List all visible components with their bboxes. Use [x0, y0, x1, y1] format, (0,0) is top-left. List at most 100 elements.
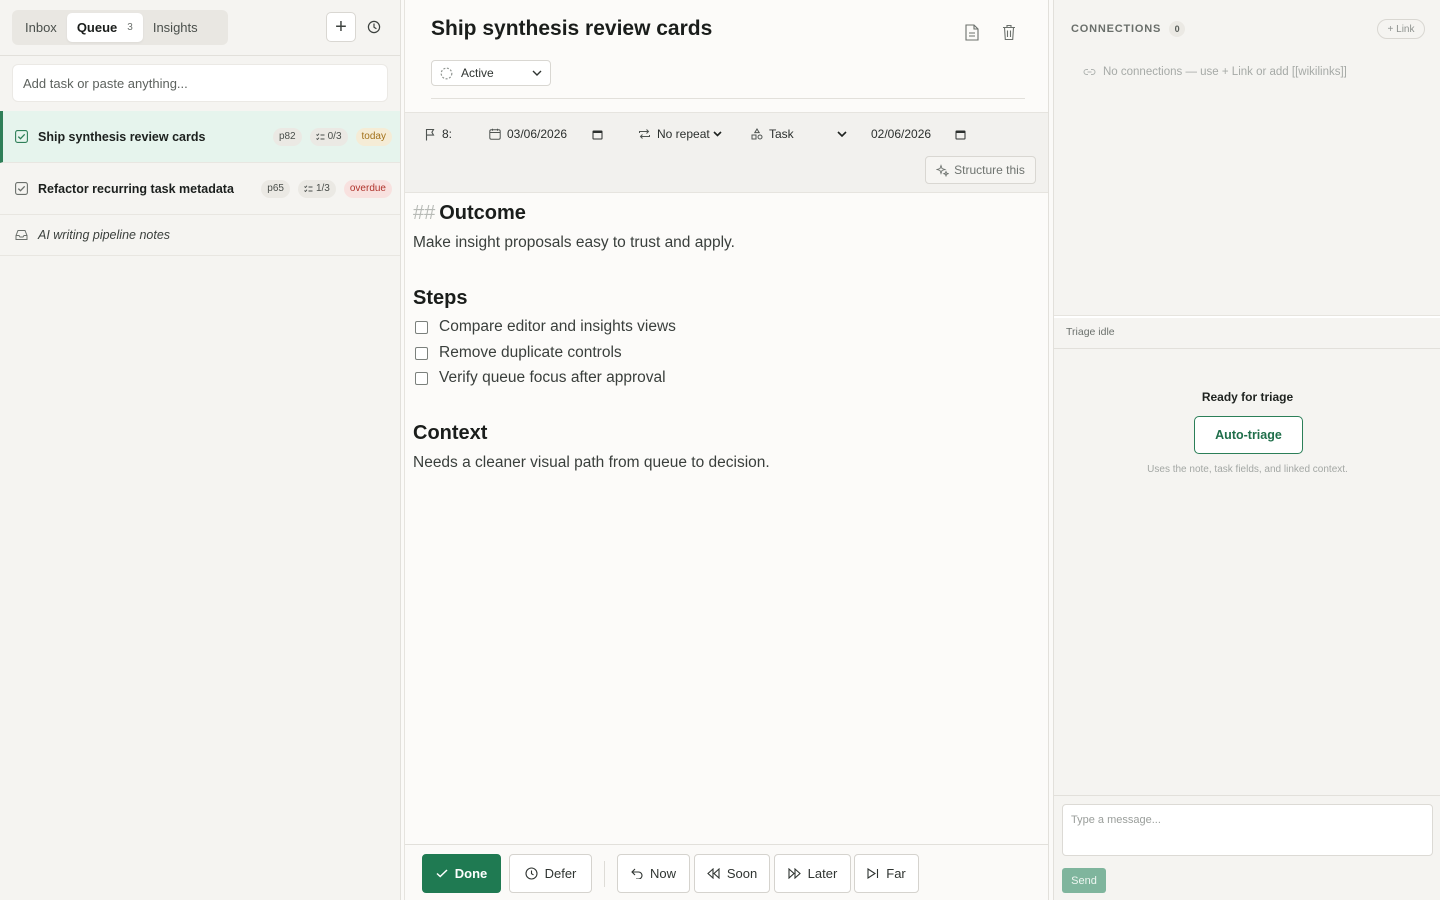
start-date-field[interactable]: 02/06/2026	[871, 124, 966, 144]
note-row[interactable]: AI writing pipeline notes	[0, 215, 400, 256]
status-circle-icon	[440, 67, 453, 79]
far-button[interactable]: Far	[854, 854, 919, 893]
task-checkbox-icon[interactable]	[14, 130, 28, 144]
chevron-down-icon	[532, 70, 542, 76]
due-date-field[interactable]: 03/06/2026	[489, 124, 603, 144]
add-task-button[interactable]: +	[326, 12, 356, 42]
start-date-value: 02/06/2026	[871, 127, 932, 141]
defer-button[interactable]: Defer	[509, 854, 592, 893]
due-date-value: 03/06/2026	[507, 127, 568, 141]
task-title: Ship synthesis review cards	[38, 129, 206, 144]
heading-context: Context	[413, 422, 488, 444]
document-icon	[965, 23, 979, 41]
soon-button[interactable]: Soon	[694, 854, 770, 893]
todo-item: Compare editor and insights views	[415, 318, 676, 336]
type-select[interactable]: Task	[751, 124, 847, 144]
tab-queue[interactable]: Queue 3	[66, 13, 143, 42]
priority-badge: p82	[272, 127, 302, 146]
connections-count: 0	[1169, 21, 1186, 37]
todo-item: Remove duplicate controls	[415, 344, 622, 362]
now-label: Now	[649, 866, 676, 881]
calendar-clock-icon	[489, 128, 501, 140]
heading-steps: Steps	[413, 287, 468, 309]
now-button[interactable]: Now	[617, 854, 690, 893]
sparkles-icon	[936, 163, 950, 177]
clock-icon	[367, 20, 381, 34]
panel-resize-handle[interactable]	[1054, 315, 1440, 318]
trash-icon	[1003, 24, 1015, 40]
repeat-select[interactable]: No repeat	[638, 124, 722, 144]
task-row[interactable]: Ship synthesis review cards p82 0/3 toda…	[0, 111, 400, 163]
chat-message-input[interactable]	[1062, 804, 1433, 856]
calendar-icon	[592, 130, 603, 139]
check-icon	[436, 869, 448, 878]
task-checkbox-icon[interactable]	[14, 182, 28, 196]
tab-label: Queue	[76, 20, 118, 35]
structure-this-button[interactable]: Structure this	[925, 156, 1036, 184]
status-select[interactable]: Active	[431, 60, 551, 86]
editor-pane: Ship synthesis review cards Active 8: 03…	[404, 0, 1049, 900]
tab-inbox[interactable]: Inbox	[15, 13, 67, 42]
subtask-badge: 0/3	[309, 127, 348, 146]
priority-value: 8:	[442, 127, 453, 141]
soon-label: Soon	[726, 866, 758, 881]
tab-insights[interactable]: Insights	[143, 13, 208, 42]
chat-composer: Send	[1054, 795, 1440, 900]
task-row[interactable]: Refactor recurring task metadata p65 1/3…	[0, 163, 400, 215]
todo-text: Verify queue focus after approval	[439, 369, 666, 386]
note-title: AI writing pipeline notes	[38, 228, 171, 242]
undo-icon	[631, 868, 643, 879]
auto-triage-button[interactable]: Auto-triage	[1194, 416, 1303, 454]
structure-label: Structure this	[954, 163, 1025, 177]
todo-checkbox[interactable]	[415, 320, 428, 334]
rewind-icon	[706, 868, 720, 879]
checklist-icon	[315, 132, 325, 140]
add-link-button[interactable]: + Link	[1377, 19, 1425, 39]
todo-checkbox[interactable]	[415, 346, 428, 360]
triage-subtitle: Uses the note, task fields, and linked c…	[1147, 464, 1348, 475]
later-button[interactable]: Later	[774, 854, 851, 893]
todo-text: Remove duplicate controls	[439, 344, 622, 361]
chevron-down-icon	[837, 131, 847, 137]
triage-ready-title: Ready for triage	[1201, 390, 1294, 404]
view-tabs: Inbox Queue 3 Insights	[12, 10, 228, 45]
defer-label: Defer	[544, 866, 577, 881]
heading-outcome: ## Outcome	[413, 202, 526, 225]
divider	[1054, 348, 1440, 349]
history-button[interactable]	[359, 12, 389, 42]
repeat-icon	[639, 129, 650, 139]
quick-add-input[interactable]	[12, 64, 388, 102]
status-value: Active	[461, 66, 494, 80]
task-title: Refactor recurring task metadata	[38, 181, 234, 196]
connections-empty-text: No connections — use + Link or add [[wik…	[1103, 66, 1347, 78]
priority-field[interactable]: 8:	[425, 124, 452, 144]
far-label: Far	[886, 866, 906, 881]
chevron-down-icon	[713, 131, 722, 137]
divider	[431, 98, 1025, 99]
checklist-icon	[304, 184, 313, 192]
inbox-icon	[14, 228, 28, 242]
tab-label: Inbox	[25, 20, 57, 35]
fast-forward-icon	[788, 868, 801, 879]
done-button[interactable]: Done	[422, 854, 501, 893]
clock-icon	[525, 867, 538, 880]
done-label: Done	[454, 866, 488, 881]
heading-marker: ##	[413, 202, 436, 224]
connections-empty-state: No connections — use + Link or add [[wik…	[1083, 66, 1347, 78]
page-title[interactable]: Ship synthesis review cards	[431, 17, 712, 41]
subtask-count: 0/3	[327, 131, 342, 142]
send-button[interactable]: Send	[1062, 868, 1106, 893]
delete-button[interactable]	[997, 20, 1021, 44]
triage-status: Triage idle	[1066, 326, 1115, 338]
action-bar: Done Defer Now Soon Later Far	[405, 844, 1048, 900]
connections-header: CONNECTIONS 0	[1071, 21, 1186, 37]
heading-text: Outcome	[439, 202, 526, 224]
subtask-badge: 1/3	[297, 179, 336, 198]
connections-title: CONNECTIONS	[1071, 23, 1162, 35]
context-text: Needs a cleaner visual path from queue t…	[413, 454, 770, 471]
document-button[interactable]	[960, 20, 984, 44]
task-fields-bar: 8: 03/06/2026 No repeat Task 02/06/2026 …	[405, 112, 1048, 193]
flag-icon	[425, 128, 435, 140]
todo-checkbox[interactable]	[415, 371, 428, 385]
due-badge-overdue: overdue	[343, 179, 392, 198]
